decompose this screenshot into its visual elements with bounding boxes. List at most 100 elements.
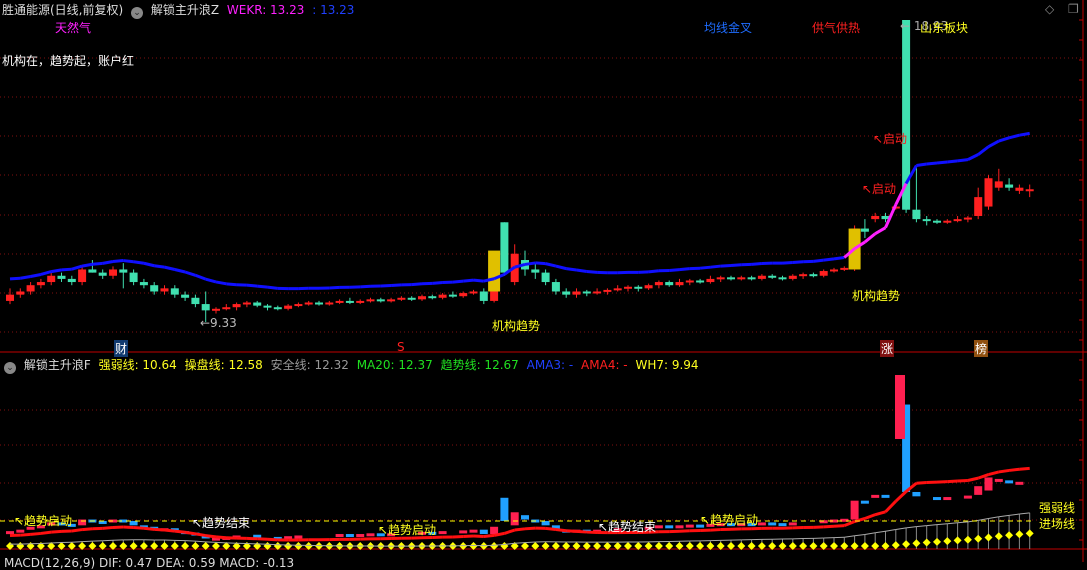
- lower-indicator-name[interactable]: 解锁主升浪F: [24, 358, 91, 372]
- ma-line-segment: [20, 277, 30, 279]
- ma-line-segment: [669, 270, 679, 271]
- trend-bar: [78, 520, 86, 526]
- candle-body: [222, 307, 230, 309]
- trend-bar: [6, 531, 14, 534]
- wekr-value: WEKR: 13.23: [227, 3, 305, 17]
- trend-start-label: ↖趋势启动: [700, 511, 758, 528]
- candle-body: [439, 295, 447, 298]
- limit-up-marker[interactable]: 涨: [880, 340, 894, 357]
- red-trend-segment: [51, 531, 61, 532]
- candle-body: [16, 291, 24, 294]
- safety-line-segment: [906, 527, 916, 528]
- indicator-dropdown-icon[interactable]: ⌄: [131, 7, 143, 19]
- candle-body: [150, 285, 158, 291]
- ma-line-segment: [834, 258, 844, 259]
- candle-body: [562, 291, 570, 294]
- trend-bar: [851, 501, 859, 520]
- trend-bar: [511, 512, 519, 525]
- ma-line-segment: [453, 281, 463, 282]
- ma-line-segment: [680, 269, 690, 270]
- ma-line-segment: [649, 271, 659, 272]
- trend-end-label: ↖趋势结束: [192, 514, 250, 531]
- candle-body: [768, 276, 776, 278]
- red-trend-segment: [844, 522, 854, 526]
- candle-body: [428, 296, 436, 298]
- finance-marker[interactable]: 财: [114, 340, 128, 357]
- strength-diamond: [943, 537, 951, 545]
- operation-line-value: 操盘线: 12.58: [185, 358, 263, 372]
- ma-line-segment: [113, 261, 123, 262]
- ma-line-segment: [1009, 135, 1019, 138]
- trend-bar: [943, 497, 951, 500]
- strength-diamond: [964, 536, 972, 544]
- candle-body: [109, 269, 117, 275]
- candle-body: [634, 287, 642, 289]
- candle-body: [346, 301, 354, 303]
- entry-line-label: 进场线: [1039, 515, 1075, 532]
- diamond-icon[interactable]: ◇: [1045, 2, 1054, 16]
- indicator-dropdown-icon[interactable]: ⌄: [4, 362, 16, 374]
- indicator-name[interactable]: 解锁主升浪Z: [151, 3, 219, 17]
- candle-body: [284, 306, 292, 309]
- candle-body: [171, 288, 179, 294]
- safety-line-value: 安全线: 12.32: [271, 358, 349, 372]
- kline-chart[interactable]: [0, 0, 1087, 562]
- ranking-marker[interactable]: 榜: [974, 340, 988, 357]
- ma-line-segment: [216, 282, 226, 284]
- candle-body: [789, 276, 797, 279]
- candle-body: [253, 302, 261, 305]
- ma-line-segment: [10, 278, 20, 279]
- ma-line-segment: [41, 272, 51, 275]
- start-signal: ↖启动: [862, 180, 896, 197]
- candle-body: [356, 301, 364, 303]
- trend-bar: [1015, 482, 1023, 485]
- candle-body: [758, 276, 766, 279]
- candle-body: [706, 279, 714, 282]
- ama3-value: AMA3: -: [527, 358, 574, 372]
- candle-body: [274, 307, 282, 309]
- ma-line-segment: [978, 147, 988, 155]
- candle-body: [47, 276, 55, 282]
- trend-bar: [356, 534, 364, 537]
- safety-line-segment: [896, 528, 906, 530]
- red-trend-segment: [824, 526, 834, 527]
- red-trend-segment: [206, 536, 216, 537]
- window-restore-icon[interactable]: ❐: [1068, 2, 1079, 16]
- candle-body: [614, 288, 622, 290]
- candle-body: [387, 299, 395, 301]
- candle-body: [58, 276, 66, 279]
- ma-line-segment: [31, 274, 41, 276]
- ma-line-segment: [206, 279, 216, 282]
- ma-line-segment: [51, 270, 61, 272]
- strength-diamond: [1005, 531, 1013, 539]
- strength-diamond: [912, 539, 920, 547]
- safety-line-segment: [103, 540, 113, 541]
- lower-header: ⌄ 解锁主升浪F 强弱线: 10.64 操盘线: 12.58 安全线: 12.3…: [4, 356, 703, 374]
- ma-line-segment: [937, 162, 947, 163]
- candle-body: [573, 291, 581, 294]
- candle-body: [593, 291, 601, 293]
- red-trend-segment: [515, 529, 525, 530]
- candle-body: [161, 288, 169, 291]
- candle-body: [737, 277, 745, 279]
- strength-diamond: [1015, 530, 1023, 538]
- candle-body: [449, 295, 457, 297]
- trend-bar: [995, 479, 1003, 482]
- safety-line-segment: [916, 526, 926, 527]
- candle-body: [655, 282, 663, 285]
- trend-bar: [500, 498, 508, 521]
- red-trend-segment: [999, 470, 1009, 472]
- candle-body: [130, 273, 138, 282]
- ma-line-segment: [247, 285, 257, 286]
- start-signal: ↖启动: [873, 130, 907, 147]
- red-trend-segment: [484, 535, 494, 536]
- candle-body: [99, 273, 107, 276]
- wekr-value-2: : 13.23: [312, 3, 354, 17]
- trend-bar: [933, 497, 941, 500]
- candle-body: [181, 295, 189, 298]
- candle-body: [840, 268, 848, 270]
- ma-line-segment: [185, 272, 195, 275]
- trend-start-label: ↖趋势启动: [14, 512, 72, 529]
- s-marker[interactable]: S: [396, 340, 406, 354]
- candle-body: [480, 291, 488, 300]
